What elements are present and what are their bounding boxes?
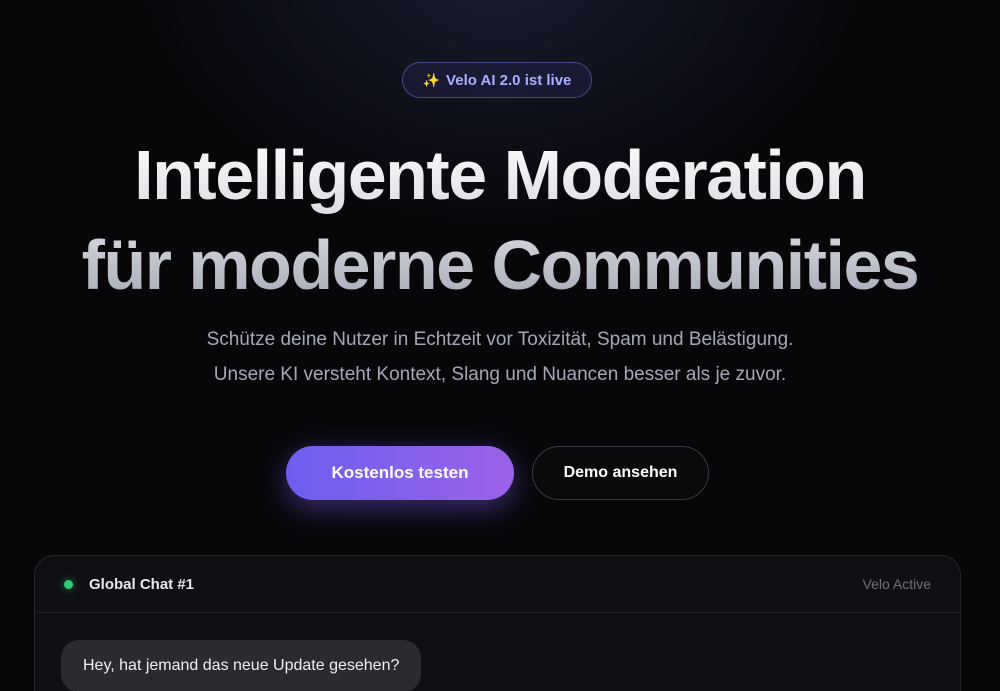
sparkles-icon: ✨ xyxy=(422,71,441,88)
announcement-label: Velo AI 2.0 ist live xyxy=(446,71,572,89)
hero-title-line-2: für moderne Communities xyxy=(81,226,919,304)
online-status-dot xyxy=(64,579,73,589)
try-free-button[interactable]: Kostenlos testen xyxy=(286,446,514,500)
chat-message-bubble: Hey, hat jemand das neue Update gesehen? xyxy=(61,640,422,691)
chat-title: Global Chat #1 xyxy=(89,575,195,593)
hero-subtitle-line-1: Schütze deine Nutzer in Echtzeit vor Tox… xyxy=(206,329,794,350)
watch-demo-button[interactable]: Demo ansehen xyxy=(532,446,709,500)
chat-status-label: Velo Active xyxy=(862,576,932,592)
announcement-badge[interactable]: ✨ Velo AI 2.0 ist live xyxy=(402,62,592,98)
chat-preview-panel: Global Chat #1 Velo Active Hey, hat jema… xyxy=(34,555,961,691)
hero-subtitle-line-2: Unsere KI versteht Kontext, Slang und Nu… xyxy=(213,364,787,385)
hero-title: Intelligente Moderation für moderne Comm… xyxy=(0,130,1000,310)
chat-header: Global Chat #1 Velo Active xyxy=(35,556,960,613)
hero-subtitle: Schütze deine Nutzer in Echtzeit vor Tox… xyxy=(0,322,1000,392)
hero-title-line-1: Intelligente Moderation xyxy=(134,136,866,214)
